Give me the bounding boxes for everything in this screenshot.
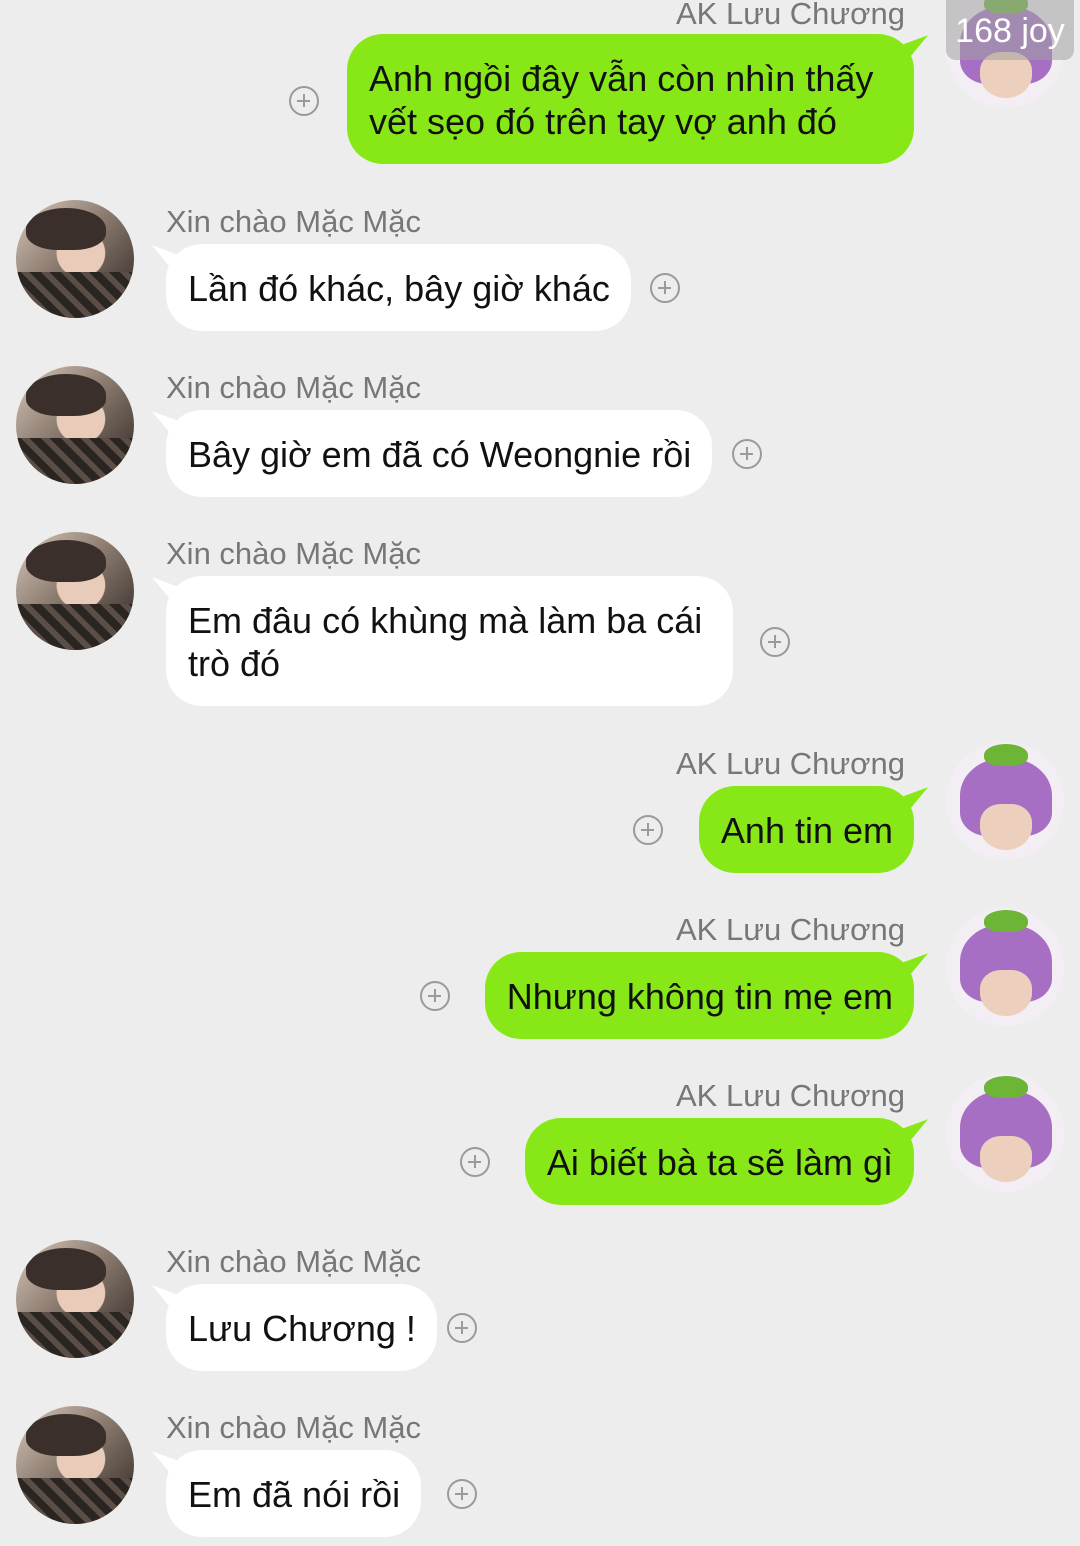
sender-name: Xin chào Mặc Mặc — [166, 536, 421, 571]
message-bubble-in[interactable]: Lưu Chương ! — [166, 1284, 437, 1371]
avatar-me[interactable] — [946, 908, 1064, 1026]
plus-circle-icon[interactable] — [650, 273, 680, 303]
sender-name: Xin chào Mặc Mặc — [166, 1244, 421, 1279]
sender-name: AK Lưu Chương — [675, 0, 905, 31]
plus-circle-icon[interactable] — [289, 86, 319, 116]
plus-circle-icon[interactable] — [760, 627, 790, 657]
avatar-other[interactable] — [16, 532, 134, 650]
watermark-badge: 168 joy — [946, 0, 1074, 60]
avatar-other[interactable] — [16, 1406, 134, 1524]
message-row-out: AK Lưu Chương Anh tin em — [0, 742, 1080, 882]
message-bubble-in[interactable]: Lần đó khác, bây giờ khác — [166, 244, 631, 331]
avatar-me[interactable] — [946, 1074, 1064, 1192]
message-bubble-in[interactable]: Em đâu có khùng mà làm ba cái trò đó — [166, 576, 733, 706]
plus-circle-icon[interactable] — [420, 981, 450, 1011]
sender-name: AK Lưu Chương — [675, 1078, 905, 1113]
plus-circle-icon[interactable] — [460, 1147, 490, 1177]
message-row-out: AK Lưu Chương Anh ngồi đây vẫn còn nhìn … — [0, 0, 1080, 170]
message-bubble-out[interactable]: Nhưng không tin mẹ em — [484, 952, 914, 1039]
sender-name: Xin chào Mặc Mặc — [166, 1410, 421, 1445]
message-row-in: Xin chào Mặc Mặc Em đã nói rồi — [0, 1406, 1080, 1546]
message-bubble-out[interactable]: Anh tin em — [698, 786, 914, 873]
avatar-other[interactable] — [16, 366, 134, 484]
sender-name: Xin chào Mặc Mặc — [166, 204, 421, 239]
avatar-me[interactable] — [946, 742, 1064, 860]
message-row-in: Xin chào Mặc Mặc Bây giờ em đã có Weongn… — [0, 366, 1080, 506]
plus-circle-icon[interactable] — [447, 1479, 477, 1509]
message-row-in: Xin chào Mặc Mặc Lần đó khác, bây giờ kh… — [0, 200, 1080, 340]
plus-circle-icon[interactable] — [633, 815, 663, 845]
message-row-out: AK Lưu Chương Ai biết bà ta sẽ làm gì — [0, 1074, 1080, 1214]
avatar-other[interactable] — [16, 1240, 134, 1358]
message-bubble-out[interactable]: Ai biết bà ta sẽ làm gì — [524, 1118, 914, 1205]
message-bubble-in[interactable]: Em đã nói rồi — [166, 1450, 422, 1537]
message-bubble-out[interactable]: Anh ngồi đây vẫn còn nhìn thấy vết sẹo đ… — [347, 34, 914, 164]
sender-name: Xin chào Mặc Mặc — [166, 370, 421, 405]
message-row-in: Xin chào Mặc Mặc Lưu Chương ! — [0, 1240, 1080, 1380]
plus-circle-icon[interactable] — [447, 1313, 477, 1343]
sender-name: AK Lưu Chương — [675, 912, 905, 947]
message-row-in: Xin chào Mặc Mặc Em đâu có khùng mà làm … — [0, 532, 1080, 712]
sender-name: AK Lưu Chương — [675, 746, 905, 781]
message-bubble-in[interactable]: Bây giờ em đã có Weongnie rồi — [166, 410, 713, 497]
plus-circle-icon[interactable] — [732, 439, 762, 469]
avatar-other[interactable] — [16, 200, 134, 318]
message-row-out: AK Lưu Chương Nhưng không tin mẹ em — [0, 908, 1080, 1048]
